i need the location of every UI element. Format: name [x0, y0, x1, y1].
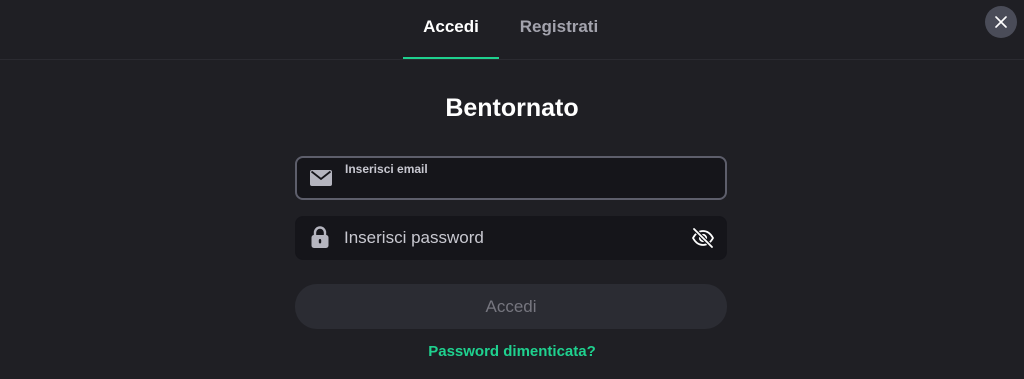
- password-input[interactable]: [344, 227, 674, 249]
- password-field[interactable]: [295, 216, 727, 260]
- page-title: Bentornato: [445, 94, 579, 122]
- close-button[interactable]: [985, 6, 1017, 38]
- login-modal: Accedi Registrati Bentornato Inserisci e…: [0, 0, 1024, 379]
- login-button[interactable]: Accedi: [295, 284, 727, 329]
- lock-icon: [311, 226, 329, 248]
- tab-accedi[interactable]: Accedi: [403, 0, 499, 58]
- tab-registrati[interactable]: Registrati: [506, 0, 612, 58]
- eye-off-icon[interactable]: [691, 227, 715, 249]
- active-tab-indicator: [403, 57, 499, 59]
- email-label: Inserisci email: [345, 162, 428, 176]
- envelope-icon: [310, 169, 332, 187]
- close-icon: [995, 16, 1007, 28]
- forgot-password-link[interactable]: Password dimenticata?: [0, 343, 1024, 360]
- email-input[interactable]: [345, 178, 705, 196]
- tab-bar: Accedi Registrati: [0, 0, 1024, 60]
- email-field[interactable]: Inserisci email: [295, 156, 727, 200]
